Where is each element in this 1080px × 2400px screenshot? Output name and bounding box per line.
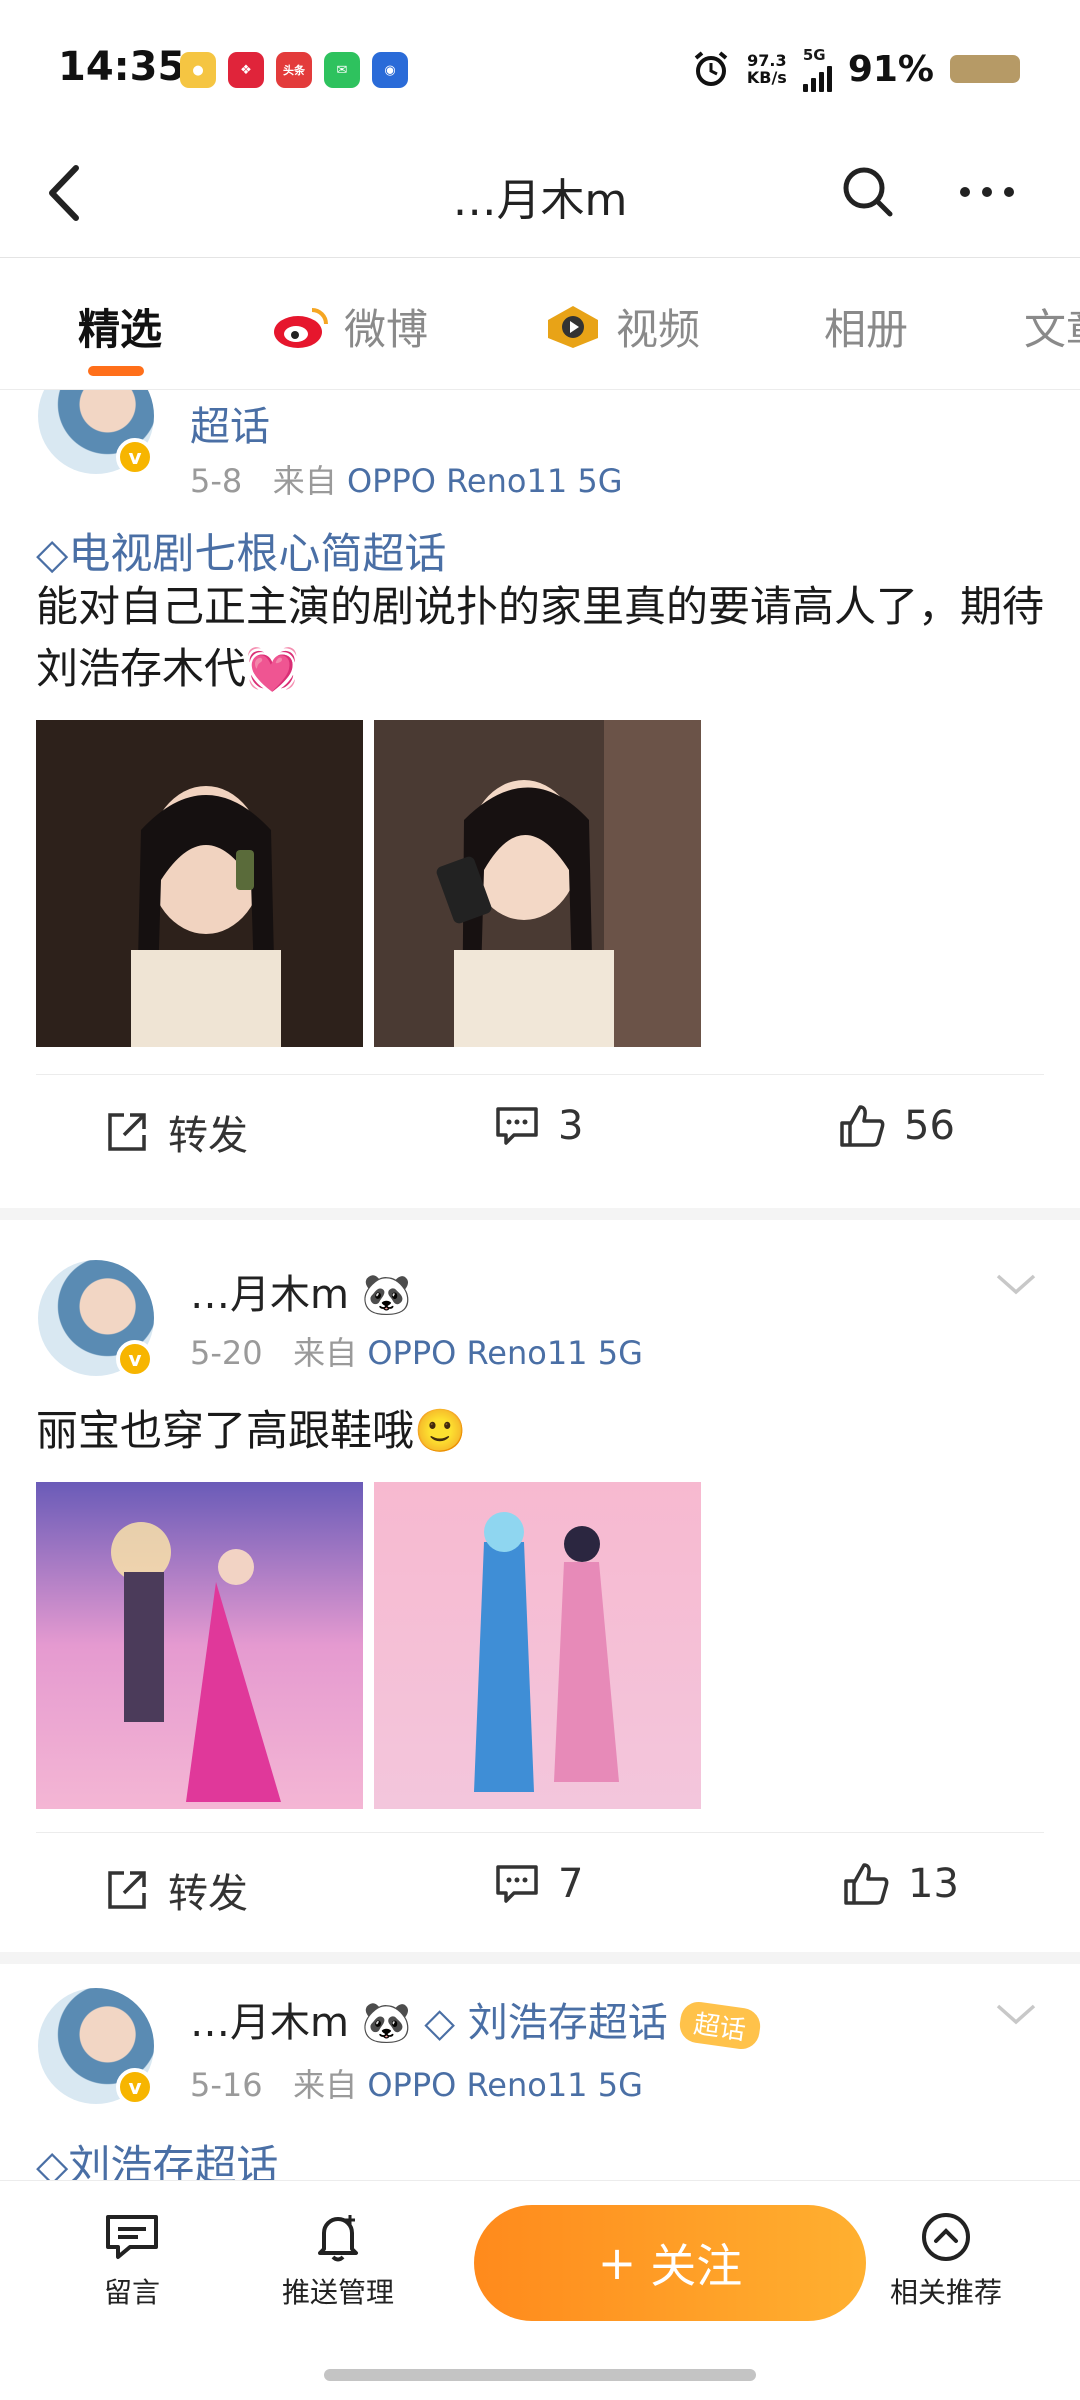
alarm-icon — [694, 51, 728, 86]
notification-icons: ● ❖ 头条 ✉ ◉ — [180, 52, 408, 88]
feed: v 超话 5-8 来自 OPPO Reno11 5G ◇电视剧七根心简超话 能对… — [0, 390, 1080, 2180]
battery-percent: 91% — [847, 48, 934, 90]
battery-icon — [950, 55, 1020, 83]
verified-badge-icon: v — [116, 438, 154, 476]
tab-weibo[interactable]: 微博 — [272, 296, 428, 357]
tab-featured[interactable]: 精选 — [78, 296, 162, 357]
page: 14:35 ● ❖ 头条 ✉ ◉ 97.3 KB/s 5G 91% …月木m 精… — [0, 0, 1080, 2400]
weibo-logo-icon — [274, 307, 328, 348]
bell-icon — [318, 2215, 358, 2262]
woman-on-phone-illustration — [36, 720, 363, 1047]
related-recommend-button[interactable]: 相关推荐 — [890, 2211, 1002, 2311]
profile-tabs: 精选 微博 视频 相册 文章 — [0, 258, 1080, 390]
post-image-1[interactable] — [36, 1482, 363, 1809]
thumbs-up-icon — [844, 1863, 889, 1905]
more-icon[interactable] — [955, 160, 1019, 224]
repost-button[interactable]: 转发 — [104, 1103, 248, 1161]
network-speed: 97.3 KB/s — [746, 51, 787, 87]
post-divider — [0, 1952, 1080, 1964]
app-red-icon: ❖ — [228, 52, 264, 88]
comment-icon — [496, 1865, 538, 1903]
cell-signal: 5G — [802, 46, 832, 92]
post-text: 能对自己正主演的剧说扑的家里真的要请高人了，期待刘浩存木代💓 — [36, 582, 1045, 693]
tab-articles[interactable]: 文章 — [1024, 296, 1080, 357]
follow-button[interactable]: + 关注 — [474, 2205, 866, 2321]
weibo-icon: ● — [180, 52, 216, 88]
status-right: 97.3 KB/s 5G 91% — [691, 46, 1020, 92]
topic-diamond-icon: ◇ — [424, 2000, 455, 2046]
tab-video[interactable]: 视频 — [544, 296, 700, 357]
message-button[interactable]: 留言 — [104, 2211, 160, 2311]
search-icon[interactable] — [836, 160, 900, 224]
status-bar: 14:35 ● ❖ 头条 ✉ ◉ 97.3 KB/s 5G 91% — [0, 0, 1080, 130]
post-card[interactable]: v …月木m 🐼 ◇ 刘浩存超话 超话 5-16 来自 OPPO Reno11 … — [0, 1964, 1080, 2180]
post-card[interactable]: v …月木m 🐼 5-20 来自 OPPO Reno11 5G 丽宝也穿了高跟鞋… — [0, 1220, 1080, 1960]
post-username[interactable]: …月木m 🐼 ◇ 刘浩存超话 超话 — [190, 1990, 763, 2052]
topic-link[interactable]: ◇刘浩存超话 — [36, 2132, 278, 2180]
message-icon — [106, 2215, 158, 2259]
repost-button[interactable]: 转发 — [104, 1861, 248, 1919]
repost-icon — [108, 1113, 146, 1151]
chevron-down-icon[interactable] — [994, 2000, 1038, 2028]
like-button[interactable]: 56 — [838, 1103, 955, 1149]
plus-icon: + — [597, 2236, 637, 2290]
page-title: …月木m — [452, 175, 628, 226]
status-time: 14:35 — [58, 44, 186, 90]
toutiao-icon: 头条 — [276, 52, 312, 88]
post-username-tail[interactable]: 超话 — [190, 394, 270, 452]
comment-button[interactable]: 3 — [494, 1103, 583, 1149]
panda-emoji-icon: 🐼 — [361, 1272, 412, 1318]
post-image-1[interactable] — [36, 720, 363, 1047]
post-username[interactable]: …月木m 🐼 — [190, 1262, 412, 1320]
post-image-2[interactable] — [374, 1482, 701, 1809]
chevron-down-icon[interactable] — [994, 1270, 1038, 1298]
post-divider — [0, 1208, 1080, 1220]
comment-icon — [496, 1107, 538, 1145]
post-image-2[interactable] — [374, 720, 701, 1047]
video-tab-icon — [548, 305, 598, 348]
signal-bars-icon — [802, 64, 832, 92]
heart-emoji-icon: 💓 — [246, 644, 299, 693]
like-button[interactable]: 13 — [842, 1861, 959, 1907]
comment-button[interactable]: 7 — [494, 1861, 583, 1907]
push-manage-button[interactable]: 推送管理 — [282, 2211, 394, 2311]
verified-badge-icon: v — [116, 2068, 154, 2106]
blue-app-icon: ◉ — [372, 52, 408, 88]
chevron-up-circle-icon — [922, 2213, 970, 2261]
post-meta: 5-8 来自 OPPO Reno11 5G — [190, 462, 623, 500]
animated-dance-illustration — [374, 1482, 701, 1809]
post-card[interactable]: v 超话 5-8 来自 OPPO Reno11 5G ◇电视剧七根心简超话 能对… — [0, 390, 1080, 1190]
tab-active-indicator — [88, 366, 144, 376]
super-topic-badge: 超话 — [677, 1999, 763, 2052]
post-meta: 5-16 来自 OPPO Reno11 5G — [190, 2066, 643, 2104]
wechat-icon: ✉ — [324, 52, 360, 88]
bottom-action-bar: 留言 推送管理 + 关注 相关推荐 — [0, 2180, 1080, 2400]
topic-link[interactable]: ◇电视剧七根心简超话 — [36, 520, 446, 581]
woman-on-phone-illustration — [374, 720, 701, 1047]
topic-diamond-icon: ◇ — [36, 529, 69, 578]
emoji-icon: 🙂 — [414, 1406, 467, 1455]
thumbs-up-icon — [840, 1105, 885, 1147]
post-actions: 转发 3 56 — [36, 1074, 1044, 1182]
post-meta: 5-20 来自 OPPO Reno11 5G — [190, 1334, 643, 1372]
repost-icon — [108, 1871, 146, 1909]
post-text: 丽宝也穿了高跟鞋哦🙂 — [36, 1406, 467, 1455]
tab-album[interactable]: 相册 — [824, 296, 908, 357]
animated-dance-illustration — [36, 1482, 363, 1809]
panda-emoji-icon: 🐼 — [361, 2000, 412, 2046]
top-nav: …月木m — [0, 130, 1080, 258]
post-actions: 转发 7 13 — [36, 1832, 1044, 1940]
home-indicator[interactable] — [324, 2369, 756, 2381]
topic-diamond-icon: ◇ — [36, 2141, 69, 2180]
verified-badge-icon: v — [116, 1340, 154, 1378]
